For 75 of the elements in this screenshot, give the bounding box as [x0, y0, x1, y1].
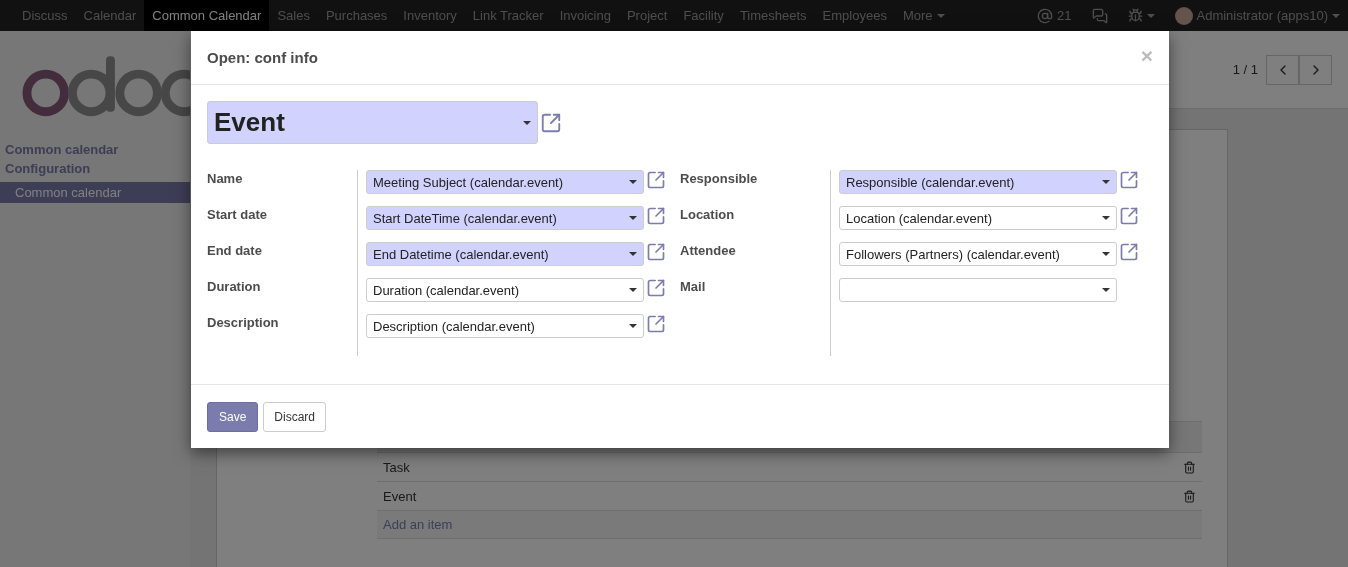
select-field[interactable]: Responsible (calendar.event)	[839, 170, 1117, 194]
select-field[interactable]	[839, 278, 1117, 302]
menu-item[interactable]: Common Calendar	[144, 0, 270, 31]
trash-icon[interactable]	[1183, 489, 1196, 503]
field-label: Location	[680, 206, 736, 224]
mentions-button[interactable]: 21	[1029, 7, 1080, 24]
field-label: Description	[207, 314, 280, 332]
user-menu[interactable]: Administrator (apps10)	[1166, 6, 1348, 25]
discard-button[interactable]: Discard	[263, 401, 327, 432]
pager-counter: 1 / 1	[1232, 62, 1258, 77]
bug-icon	[1127, 8, 1143, 23]
sidebar-subsection-title: Configuration	[4, 160, 92, 178]
sidebar-item[interactable]: Common calendar	[0, 182, 190, 203]
caret-icon	[1102, 288, 1110, 292]
sidebar-section-title: Common calendar	[4, 141, 120, 159]
field-label: Mail	[680, 278, 707, 296]
external-link-icon[interactable]	[1119, 206, 1139, 226]
menu-item[interactable]: Employees	[814, 0, 895, 31]
menu-item[interactable]: Sales	[269, 0, 318, 31]
previous-button[interactable]	[1266, 54, 1299, 85]
field-label: Name	[207, 170, 244, 188]
caret-icon	[1102, 216, 1110, 220]
field-label: Responsible	[680, 170, 759, 188]
trash-icon[interactable]	[1183, 460, 1196, 474]
caret-icon	[629, 216, 637, 220]
menu-item[interactable]: Calendar	[75, 0, 145, 31]
select-field[interactable]: Meeting Subject (calendar.event)	[366, 170, 644, 194]
caret-icon	[629, 288, 637, 292]
select-field[interactable]: Duration (calendar.event)	[366, 278, 644, 302]
avatar-icon	[1174, 6, 1193, 25]
table-cell: Task	[383, 459, 410, 475]
caret-icon	[629, 252, 637, 256]
save-button[interactable]: Save	[207, 401, 259, 432]
menu-item[interactable]: Project	[618, 0, 676, 31]
table-cell: Event	[383, 488, 417, 504]
field-label: Attendee	[680, 242, 737, 260]
model-select[interactable]: Event	[207, 101, 538, 144]
caret-icon	[1102, 180, 1110, 184]
external-link-icon[interactable]	[646, 170, 666, 190]
caret-icon	[629, 180, 637, 184]
add-item-link[interactable]: Add an item	[377, 510, 1202, 539]
next-button[interactable]	[1299, 54, 1332, 85]
menu-item[interactable]: Facility	[675, 0, 732, 31]
external-link-icon[interactable]	[646, 242, 666, 262]
select-field[interactable]: Start DateTime (calendar.event)	[366, 206, 644, 230]
dialog-title: Open: conf info	[207, 49, 318, 66]
select-field[interactable]: Description (calendar.event)	[366, 314, 644, 338]
menu-item[interactable]: Purchases	[317, 0, 396, 31]
field-label: Start date	[207, 206, 268, 224]
external-link-icon[interactable]	[646, 278, 666, 298]
select-field[interactable]: Location (calendar.event)	[839, 206, 1117, 230]
external-link-icon[interactable]	[646, 206, 666, 226]
menu-item[interactable]: Inventory	[395, 0, 465, 31]
select-field[interactable]: Followers (Partners) (calendar.event)	[839, 242, 1117, 266]
menu-item[interactable]: Timesheets	[731, 0, 815, 31]
chat-icon	[1091, 7, 1108, 24]
caret-icon	[1146, 13, 1155, 18]
at-sign-icon	[1037, 7, 1054, 24]
field-label: Duration	[207, 278, 262, 296]
field-label: End date	[207, 242, 263, 260]
close-button[interactable]: ×	[1140, 43, 1153, 68]
external-link-icon[interactable]	[646, 314, 666, 334]
menu-item[interactable]: Discuss	[14, 0, 76, 31]
more-menu[interactable]: More	[894, 0, 953, 31]
caret-icon	[523, 120, 531, 125]
menu-item[interactable]: Link Tracker	[464, 0, 552, 31]
external-link-icon[interactable]	[1119, 242, 1139, 262]
caret-icon	[1102, 252, 1110, 256]
caret-icon	[936, 13, 945, 18]
caret-icon	[1332, 13, 1340, 18]
caret-icon	[629, 324, 637, 328]
select-field[interactable]: End Datetime (calendar.event)	[366, 242, 644, 266]
external-link-icon[interactable]	[1119, 170, 1139, 190]
external-link-icon[interactable]	[540, 111, 562, 134]
menu-item[interactable]: Invoicing	[551, 0, 619, 31]
